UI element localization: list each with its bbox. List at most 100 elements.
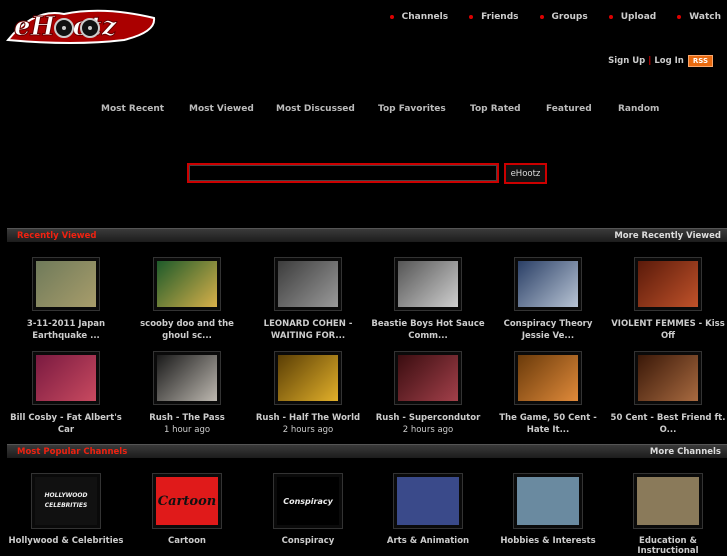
category-most-viewed[interactable]: Most Viewed [189,104,254,114]
video-thumbnail [278,355,338,401]
search-box [187,163,499,183]
thumbnail-frame [633,473,703,529]
video-item[interactable]: 50 Cent - Best Friend ft. O... [609,351,727,436]
video-item[interactable]: Bill Cosby - Fat Albert's Car [7,351,125,436]
video-thumbnail [398,355,458,401]
video-thumbnail [518,355,578,401]
search-input[interactable] [189,165,497,181]
video-thumbnail [638,261,698,307]
channel-name[interactable]: Education & Instructional [609,536,727,556]
channel-item[interactable]: Education & Instructional [609,473,727,556]
channel-thumbnail: Cartoon [156,477,218,525]
thumbnail-frame [153,257,221,311]
video-item[interactable]: scooby doo and the ghoul sc... [128,257,246,342]
channel-item[interactable]: HOLLYWOOD CELEBRITIES Hollywood & Celebr… [7,473,125,546]
video-thumbnail [398,261,458,307]
thumbnail-frame: Conspiracy [273,473,343,529]
separator: | [648,56,652,66]
channel-thumbnail: HOLLYWOOD CELEBRITIES [35,477,97,525]
thumbnail-frame [32,257,100,311]
thumbnail-frame [153,351,221,405]
video-thumbnail [518,261,578,307]
category-navigation: Most Recent Most Viewed Most Discussed T… [0,104,727,118]
recently-viewed-header: Recently Viewed More Recently Viewed [7,228,727,242]
thumbnail-frame [393,473,463,529]
category-most-discussed[interactable]: Most Discussed [276,104,355,114]
rss-button[interactable]: RSS [687,55,713,67]
thumbnail-frame [514,257,582,311]
thumbnail-frame: Cartoon [152,473,222,529]
video-title[interactable]: Conspiracy Theory Jessie Ve... [489,318,607,342]
channel-item[interactable]: Cartoon Cartoon [128,473,246,546]
logo-graphic: eHootz [6,9,156,44]
search-button[interactable]: eHootz [504,163,547,184]
channel-item[interactable]: Arts & Animation [369,473,487,546]
bullet-icon [469,15,474,19]
video-title[interactable]: 50 Cent - Best Friend ft. O... [609,412,727,436]
category-random[interactable]: Random [618,104,659,114]
video-time: 1 hour ago [163,425,211,435]
video-thumbnail [36,355,96,401]
bullet-icon [389,15,394,19]
channel-thumb-text: Conspiracy [283,496,333,506]
video-item[interactable]: LEONARD COHEN - WAITING FOR... [249,257,367,342]
thumbnail-frame [514,351,582,405]
video-item[interactable]: Rush - The Pass 1 hour ago [128,351,246,436]
video-thumbnail [157,261,217,307]
video-title[interactable]: 3-11-2011 Japan Earthquake ... [7,318,125,342]
video-title[interactable]: Beastie Boys Hot Sauce Comm... [369,318,487,342]
video-item[interactable]: Rush - Half The World 2 hours ago [249,351,367,436]
top-navigation: Channels Friends Groups Upload Watch [389,12,727,22]
bullet-icon [539,15,544,19]
auth-links: Sign Up | Log In RSS [608,55,713,67]
thumbnail-frame [634,351,702,405]
category-top-favorites[interactable]: Top Favorites [378,104,446,114]
nav-label: Channels [401,12,449,22]
video-title[interactable]: Rush - Half The World [249,412,367,424]
channel-thumb-text: HOLLYWOOD CELEBRITIES [44,492,88,509]
thumbnail-frame [394,257,462,311]
video-thumbnail [278,261,338,307]
video-title[interactable]: Bill Cosby - Fat Albert's Car [7,412,125,436]
category-featured[interactable]: Featured [546,104,592,114]
video-time: 2 hours ago [282,425,334,435]
video-item[interactable]: Beastie Boys Hot Sauce Comm... [369,257,487,342]
video-title[interactable]: Rush - Supercondutor [369,412,487,424]
video-title[interactable]: Rush - The Pass [128,412,246,424]
channel-item[interactable]: Hobbies & Interests [489,473,607,546]
nav-label: Watch [689,12,721,22]
video-title[interactable]: scooby doo and the ghoul sc... [128,318,246,342]
channel-thumb-text: Cartoon [157,493,217,509]
login-link[interactable]: Log In [654,56,684,66]
section-title: Recently Viewed [17,230,97,241]
nav-groups[interactable]: Groups [539,12,588,22]
category-most-recent[interactable]: Most Recent [101,104,164,114]
more-channels-link[interactable]: More Channels [650,447,721,457]
video-item[interactable]: 3-11-2011 Japan Earthquake ... [7,257,125,342]
section-title: Most Popular Channels [17,446,128,457]
video-item[interactable]: Rush - Supercondutor 2 hours ago [369,351,487,436]
video-item[interactable]: The Game, 50 Cent - Hate It... [489,351,607,436]
thumbnail-frame [394,351,462,405]
nav-channels[interactable]: Channels [389,12,449,22]
bullet-icon [677,15,682,19]
video-item[interactable]: Conspiracy Theory Jessie Ve... [489,257,607,342]
signup-link[interactable]: Sign Up [608,56,645,66]
ehootz-logo[interactable]: eHootz [4,2,159,46]
video-thumbnail [36,261,96,307]
video-title[interactable]: LEONARD COHEN - WAITING FOR... [249,318,367,342]
nav-watch[interactable]: Watch [677,12,721,22]
video-item[interactable]: VIOLENT FEMMES - Kiss Off [609,257,727,342]
more-recently-viewed-link[interactable]: More Recently Viewed [614,231,721,241]
thumbnail-frame [634,257,702,311]
channel-thumbnail [637,477,699,525]
thumbnail-frame [32,351,100,405]
nav-friends[interactable]: Friends [469,12,519,22]
video-title[interactable]: VIOLENT FEMMES - Kiss Off [609,318,727,342]
nav-label: Upload [620,12,657,22]
nav-upload[interactable]: Upload [608,12,657,22]
channel-item[interactable]: Conspiracy Conspiracy [249,473,367,546]
category-top-rated[interactable]: Top Rated [470,104,521,114]
video-title[interactable]: The Game, 50 Cent - Hate It... [489,412,607,436]
channel-thumbnail: Conspiracy [277,477,339,525]
